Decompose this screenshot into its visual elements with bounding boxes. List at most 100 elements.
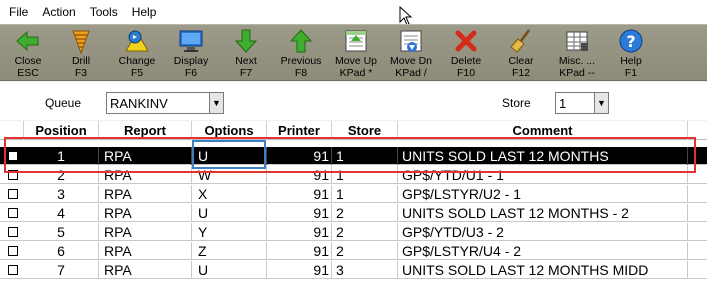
next-button[interactable]: Next F7 [222, 25, 270, 82]
cell-printer: 91 [267, 185, 332, 203]
cell-printer: 91 [267, 223, 332, 241]
drill-icon [72, 30, 90, 55]
cell-position: 5 [24, 223, 99, 241]
table-header: Position Report Options Printer Store Co… [0, 121, 707, 140]
cell-store: 3 [332, 261, 398, 279]
column-options[interactable]: Options [192, 121, 267, 140]
display-button[interactable]: Display F6 [167, 25, 215, 82]
cell-store: 1 [332, 185, 398, 203]
cell-position: 6 [24, 242, 99, 260]
clear-button[interactable]: Clear F12 [496, 25, 546, 82]
table-row[interactable]: 5 RPA Y 91 2 GP$/YTD/U3 - 2 [0, 223, 707, 241]
misc-table-icon [566, 31, 588, 51]
help-button[interactable]: ? Help F1 [607, 25, 655, 82]
cell-report: RPA [99, 166, 192, 184]
cell-comment: GP$/LSTYR/U4 - 2 [398, 242, 688, 260]
cell-options[interactable]: U [192, 261, 267, 279]
move-up-icon [345, 30, 367, 52]
table-row[interactable]: 1 RPA U 91 1 UNITS SOLD LAST 12 MONTHS [0, 147, 707, 165]
cell-options[interactable]: Y [192, 223, 267, 241]
cell-options[interactable]: Z [192, 242, 267, 260]
toolbar: Close ESC Drill F3 Change F5 Display F6 … [0, 24, 707, 81]
change-button[interactable]: Change F5 [112, 25, 162, 82]
cell-store: 2 [332, 223, 398, 241]
cell-comment: GP$/LSTYR/U2 - 1 [398, 185, 688, 203]
row-checkbox[interactable] [8, 189, 18, 199]
column-store[interactable]: Store [332, 121, 398, 140]
cell-comment: UNITS SOLD LAST 12 MONTHS MIDD [398, 261, 688, 279]
menu-action[interactable]: Action [37, 5, 80, 19]
column-position[interactable]: Position [24, 121, 99, 140]
cell-position: 7 [24, 261, 99, 279]
cell-position: 3 [24, 185, 99, 203]
cell-position: 4 [24, 204, 99, 222]
table-row[interactable]: 6 RPA Z 91 2 GP$/LSTYR/U4 - 2 [0, 242, 707, 260]
mouse-cursor-icon [399, 6, 413, 26]
svg-text:?: ? [626, 32, 635, 51]
cell-store: 2 [332, 204, 398, 222]
previous-button[interactable]: Previous F8 [277, 25, 325, 82]
queue-value: RANKINV [110, 96, 168, 111]
cell-store: 1 [332, 147, 398, 165]
store-label: Store [502, 96, 531, 110]
cell-comment: UNITS SOLD LAST 12 MONTHS - 2 [398, 204, 688, 222]
column-printer[interactable]: Printer [267, 121, 332, 140]
column-report[interactable]: Report [99, 121, 192, 140]
row-checkbox[interactable] [8, 170, 18, 180]
drill-button[interactable]: Drill F3 [57, 25, 105, 82]
cell-printer: 91 [267, 242, 332, 260]
cell-options[interactable]: U [192, 147, 267, 165]
cell-options[interactable]: U [192, 204, 267, 222]
move-up-button[interactable]: Move Up KPad * [331, 25, 381, 82]
cell-position: 1 [24, 147, 99, 165]
store-value: 1 [559, 96, 567, 111]
cell-printer: 91 [267, 261, 332, 279]
row-checkbox[interactable] [8, 208, 18, 218]
cell-comment: GP$/YTD/U1 - 1 [398, 166, 688, 184]
delete-button[interactable]: Delete F10 [441, 25, 491, 82]
header-checkbox-col [0, 121, 24, 140]
row-checkbox[interactable] [8, 246, 18, 256]
close-button[interactable]: Close ESC [4, 25, 52, 82]
table-row[interactable]: 3 RPA X 91 1 GP$/LSTYR/U2 - 1 [0, 185, 707, 203]
change-icon [125, 30, 149, 52]
cell-report: RPA [99, 147, 192, 165]
move-down-icon [400, 30, 422, 52]
cell-comment: UNITS SOLD LAST 12 MONTHS [398, 147, 688, 165]
cell-store: 2 [332, 242, 398, 260]
chevron-down-icon[interactable]: ▼ [209, 93, 223, 113]
cell-options[interactable]: W [192, 166, 267, 184]
report-queue-table: Position Report Options Printer Store Co… [0, 121, 707, 287]
row-checkbox[interactable] [8, 265, 18, 275]
table-row[interactable]: 4 RPA U 91 2 UNITS SOLD LAST 12 MONTHS -… [0, 204, 707, 222]
chevron-down-icon[interactable]: ▼ [594, 93, 608, 113]
menu-bar: File Action Tools Help [0, 0, 707, 24]
table-row[interactable]: 2 RPA W 91 1 GP$/YTD/U1 - 1 [0, 166, 707, 184]
help-question-icon: ? [619, 29, 643, 53]
cell-position: 2 [24, 166, 99, 184]
table-row[interactable]: 7 RPA U 91 3 UNITS SOLD LAST 12 MONTHS M… [0, 261, 707, 279]
cell-printer: 91 [267, 147, 332, 165]
cell-report: RPA [99, 204, 192, 222]
menu-help[interactable]: Help [127, 5, 162, 19]
back-arrow-icon [16, 30, 39, 52]
down-arrow-icon [234, 29, 258, 53]
row-checkbox[interactable] [8, 151, 18, 161]
menu-file[interactable]: File [4, 5, 33, 19]
cell-comment: GP$/YTD/U3 - 2 [398, 223, 688, 241]
menu-tools[interactable]: Tools [85, 5, 123, 19]
misc-button[interactable]: Misc. ... KPad -- [551, 25, 603, 82]
cell-options[interactable]: X [192, 185, 267, 203]
cell-report: RPA [99, 185, 192, 203]
cell-report: RPA [99, 223, 192, 241]
up-arrow-icon [289, 29, 313, 53]
queue-select[interactable]: RANKINV ▼ [106, 92, 224, 114]
delete-x-icon [455, 30, 477, 52]
cell-report: RPA [99, 261, 192, 279]
move-down-button[interactable]: Move Dn KPad / [386, 25, 436, 82]
broom-icon [510, 29, 531, 53]
row-checkbox[interactable] [8, 227, 18, 237]
cell-store: 1 [332, 166, 398, 184]
store-select[interactable]: 1 ▼ [555, 92, 609, 114]
column-comment[interactable]: Comment [398, 121, 688, 140]
